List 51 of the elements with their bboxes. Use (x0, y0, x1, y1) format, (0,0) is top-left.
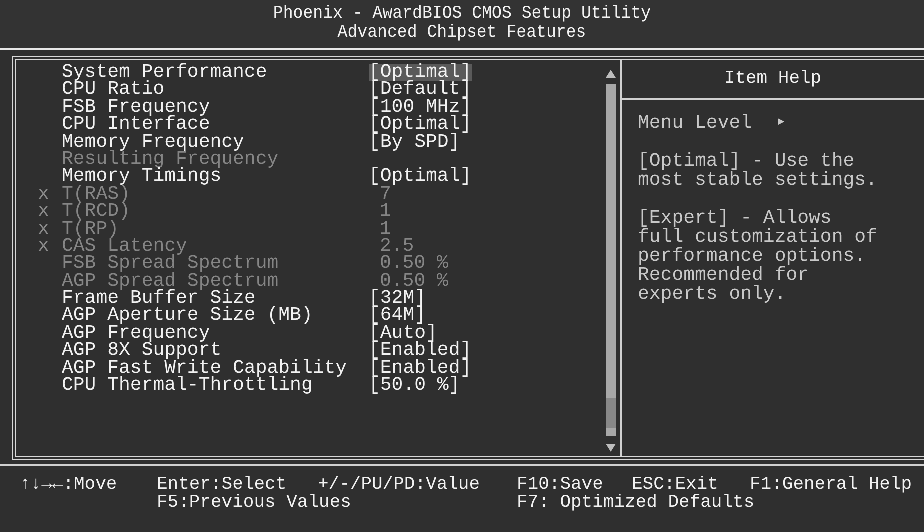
menu-level-arrow: ► (778, 116, 785, 131)
key-hint: F1:General Help (750, 476, 914, 494)
setting-value: 7 (380, 186, 392, 204)
setting-value[interactable]: [32M] (369, 290, 426, 308)
setting-label: AGP 8X Support (62, 342, 223, 360)
setting-label: Memory Timings (62, 168, 222, 186)
setting-value: 1 (379, 220, 392, 238)
help-text: [Expert] - Allows full customization of performance options. Recommended for experts only. (638, 209, 878, 304)
key-hint: F10:Save (517, 476, 604, 494)
setting-label: Resulting Frequency (62, 150, 280, 168)
setting-label: AGP Aperture Size (MB) (62, 307, 314, 325)
setting-label: FSB Frequency (62, 98, 212, 116)
setting-value[interactable]: [Optimal] (369, 64, 472, 82)
key-hint: ↑↓→←:Move (20, 476, 118, 494)
setting-value[interactable]: [Default] (369, 81, 472, 99)
key-hint: Enter:Select (157, 476, 287, 494)
help-title: Item Help (724, 69, 822, 89)
page-title: Advanced Chipset Features (338, 24, 586, 43)
setting-value[interactable]: [50.0 %] (369, 377, 460, 394)
setting-value: 0.50 % (380, 272, 448, 290)
setting-value: 0.50 % (379, 255, 448, 273)
key-hint: +/-/PU/PD:Value (318, 476, 482, 494)
help-text: [Optimal] - Use the most stable settings. (638, 152, 878, 190)
key-hint: F5:Previous Values (157, 494, 352, 512)
setting-label: CAS Latency (62, 238, 188, 256)
setting-label: CPU Thermal-Throttling (62, 377, 313, 394)
setting-label: System Performance (62, 64, 268, 82)
setting-value[interactable]: [By SPD] (369, 134, 460, 151)
menu-level-label: Menu Level (638, 114, 752, 133)
window-title: Phoenix - AwardBIOS CMOS Setup Utility (273, 5, 651, 24)
setting-label: AGP Frequency (62, 324, 210, 342)
setting-label: Memory Frequency (62, 134, 244, 151)
setting-value[interactable]: [Enabled] (369, 360, 472, 378)
setting-value: 1 (379, 203, 392, 221)
setting-value[interactable]: [100 MHz] (369, 98, 472, 116)
key-hint: ESC:Exit (632, 476, 718, 494)
setting-label: T(RCD) (62, 203, 132, 221)
setting-label: FSB Spread Spectrum (62, 255, 280, 273)
setting-label: CPU Ratio (62, 81, 165, 99)
setting-value[interactable]: [Enabled] (369, 342, 472, 360)
setting-label: AGP Spread Spectrum (62, 272, 280, 290)
setting-label: T(RAS) (62, 186, 132, 204)
setting-value[interactable]: [64M] (369, 307, 426, 325)
setting-value[interactable]: [Optimal] (369, 168, 472, 186)
setting-label: Frame Buffer Size (62, 290, 256, 308)
setting-value[interactable]: [Auto] (369, 324, 438, 342)
setting-value[interactable]: [Optimal] (369, 116, 472, 134)
setting-label: CPU Interface (62, 116, 210, 134)
setting-label: T(RP) (62, 220, 120, 238)
setting-label: AGP Fast Write Capability (62, 360, 348, 378)
setting-value: 2.5 (379, 238, 414, 256)
